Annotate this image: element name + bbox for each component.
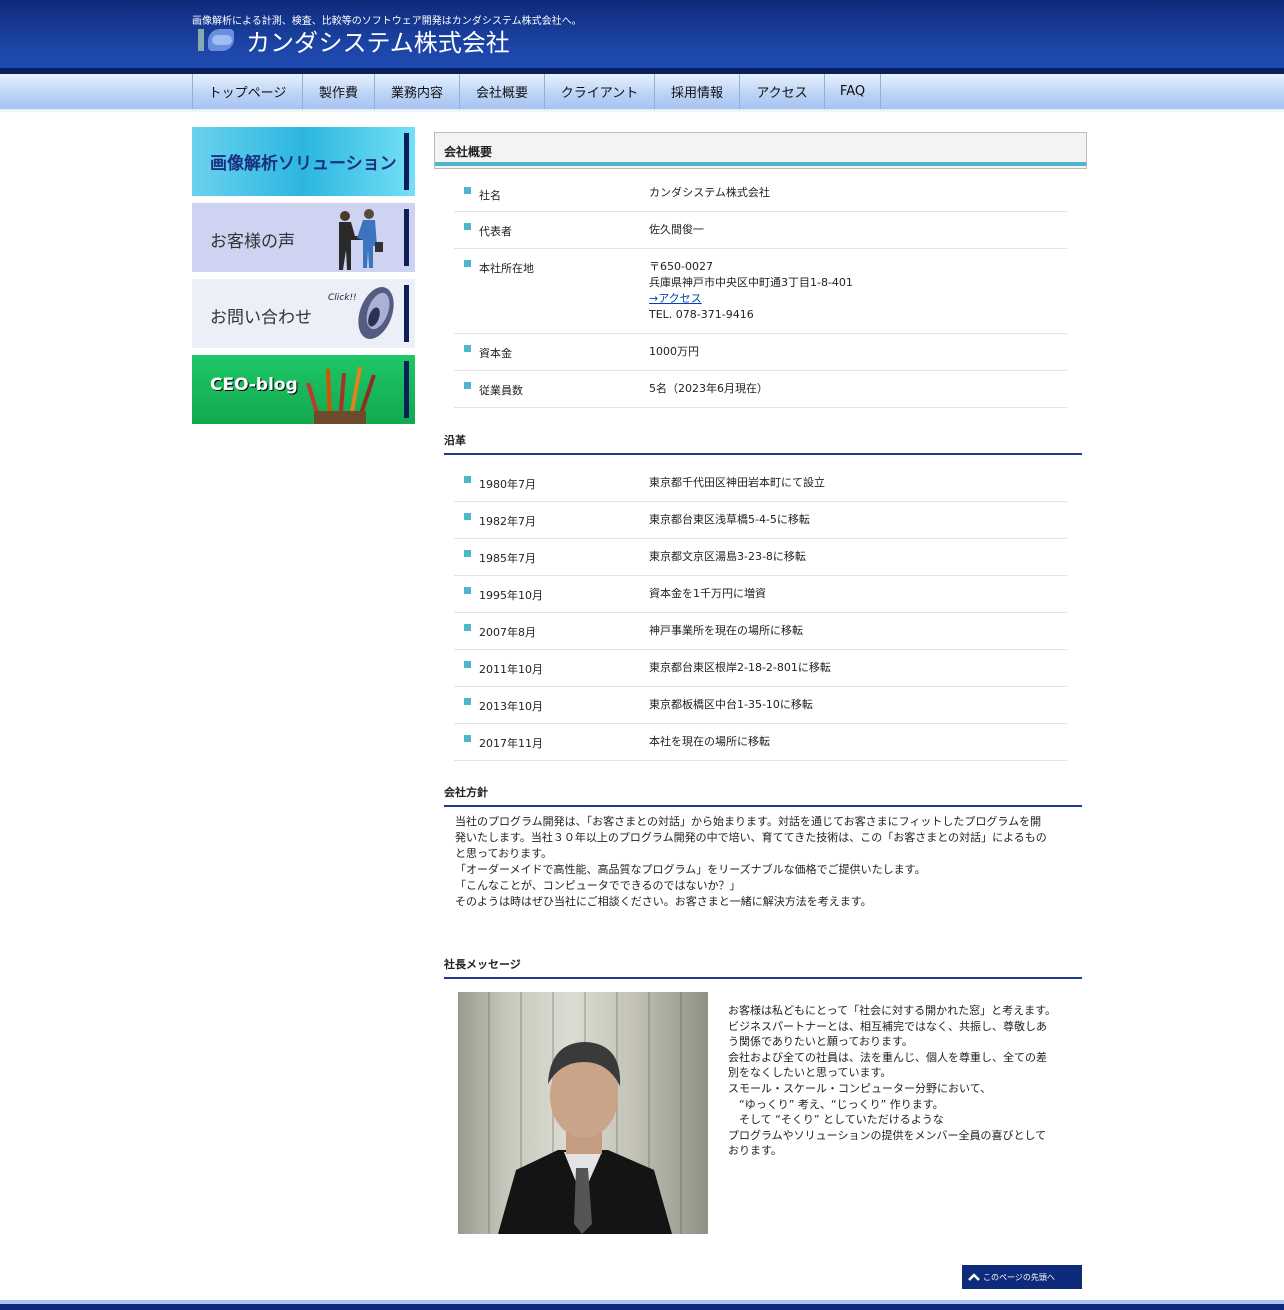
telephone: TEL. 078-371-9416 bbox=[649, 308, 754, 321]
table-row: 社名 カンダシステム株式会社 bbox=[454, 176, 1067, 212]
nav-item-recruit[interactable]: 採用情報 bbox=[655, 74, 740, 109]
row-key: 2011年10月 bbox=[479, 663, 543, 676]
table-row: 2017年11月 本社を現在の場所に移転 bbox=[454, 724, 1067, 761]
section-title-message: 社長メッセージ bbox=[444, 956, 1082, 979]
message-line: おります。 bbox=[728, 1144, 782, 1158]
row-value: 東京都文京区湯島3-23-8に移転 bbox=[649, 550, 806, 563]
row-value: 東京都板橋区中台1-35-10に移転 bbox=[649, 698, 813, 711]
ceo-message: お客様は私どもにとって「社会に対する開かれた窓」と考えます。 ビジネスパートナー… bbox=[728, 1003, 1063, 1159]
row-key: 1980年7月 bbox=[479, 478, 536, 491]
ceo-photo bbox=[458, 992, 708, 1234]
table-row: 1985年7月 東京都文京区湯島3-23-8に移転 bbox=[454, 539, 1067, 576]
policy-line: 「こんなことが、コンピュータでできるのではないか？」 bbox=[455, 879, 741, 892]
banner-contact[interactable]: お問い合わせ Click!! bbox=[192, 279, 415, 348]
table-row: 代表者 佐久間俊一 bbox=[454, 212, 1067, 249]
profile-table: 社名 カンダシステム株式会社 代表者 佐久間俊一 本社所在地 〒650-0027… bbox=[454, 176, 1067, 408]
message-line: う関係でありたいと願っております。 bbox=[728, 1035, 913, 1049]
message-line: お客様は私どもにとって「社会に対する開かれた窓」と考えます。 bbox=[728, 1004, 1057, 1017]
row-value: 東京都千代田区神田岩本町にて設立 bbox=[649, 476, 825, 489]
banner-label: CEO-blog bbox=[210, 375, 298, 395]
row-value: 本社を現在の場所に移転 bbox=[649, 735, 770, 748]
message-line: ビジネスパートナーとは、相互補完ではなく、共振し、尊敬しあ bbox=[728, 1019, 1047, 1033]
row-key: 本社所在地 bbox=[479, 262, 534, 275]
table-row: 1980年7月 東京都千代田区神田岩本町にて設立 bbox=[454, 465, 1067, 502]
message-line: そして “そくり” としていただけるような bbox=[728, 1113, 944, 1127]
policy-line: 発いたします。当社３０年以上のプログラム開発の中で培い、育ててきた技術は、この「… bbox=[455, 831, 1047, 844]
company-name: カンダシステム株式会社 bbox=[246, 28, 510, 57]
chevron-up-icon bbox=[968, 1273, 980, 1281]
section-title-history: 沿革 bbox=[444, 432, 1082, 455]
row-value: 東京都台東区浅草橋5-4-5に移転 bbox=[649, 513, 810, 526]
message-line: “ゆっくり” 考え、“じっくり” 作ります。 bbox=[728, 1097, 944, 1111]
table-row: 2007年8月 神戸事業所を現在の場所に移転 bbox=[454, 613, 1067, 650]
back-to-top-button[interactable]: このページの先頭へ bbox=[962, 1265, 1082, 1289]
site-header: 画像解析による計測、検査、比較等のソフトウェア開発はカンダシステム株式会社へ。 … bbox=[0, 0, 1284, 74]
banner-image-analysis[interactable]: 画像解析ソリューション bbox=[192, 127, 415, 196]
back-to-top-label: このページの先頭へ bbox=[983, 1272, 1055, 1282]
row-key: 1995年10月 bbox=[479, 589, 543, 602]
row-value: カンダシステム株式会社 bbox=[649, 186, 770, 199]
row-value: 5名（2023年6月現在） bbox=[649, 382, 768, 395]
pencils-icon bbox=[306, 366, 376, 424]
section-title-company: 会社概要 bbox=[434, 132, 1087, 169]
message-line: 別をなくしたいと思っています。 bbox=[728, 1066, 892, 1080]
history-table: 1980年7月 東京都千代田区神田岩本町にて設立 1982年7月 東京都台東区浅草橋… bbox=[454, 465, 1067, 761]
row-key: 代表者 bbox=[479, 225, 512, 238]
nav-item-clients[interactable]: クライアント bbox=[545, 74, 655, 109]
company-logo[interactable]: カンダシステム株式会社 bbox=[196, 26, 510, 57]
policy-line: そのようは時はぜひ当社にご相談ください。お客さまと一緒に解決方法を考えます。 bbox=[455, 895, 872, 908]
policy-text: 当社のプログラム開発は、「お客さまとの対話」から始まります。対話を通じてお客さま… bbox=[455, 814, 1065, 910]
logo-mark-icon bbox=[196, 27, 238, 53]
postal-code: 〒650-0027 bbox=[649, 260, 713, 273]
row-value: 資本金を1千万円に増資 bbox=[649, 587, 766, 600]
main-nav: トップページ 製作費 業務内容 会社概要 クライアント 採用情報 アクセス FA… bbox=[0, 74, 1284, 109]
row-key: 1985年7月 bbox=[479, 552, 536, 565]
site-footer bbox=[0, 1300, 1284, 1310]
row-value: 1000万円 bbox=[649, 345, 699, 358]
table-row: 1995年10月 資本金を1千万円に増資 bbox=[454, 576, 1067, 613]
nav-item-access[interactable]: アクセス bbox=[740, 74, 825, 109]
access-link[interactable]: →アクセス bbox=[649, 292, 702, 305]
nav-item-faq[interactable]: FAQ bbox=[825, 74, 881, 109]
row-key: 2017年11月 bbox=[479, 737, 543, 750]
message-line: プログラムやソリューションの提供をメンバー全員の喜びとして bbox=[728, 1128, 1047, 1142]
row-key: 2007年8月 bbox=[479, 626, 536, 639]
message-line: 会社および全ての社員は、法を重んじ、個人を尊重し、全ての差 bbox=[728, 1050, 1047, 1064]
policy-line: 当社のプログラム開発は、「お客さまとの対話」から始まります。対話を通じてお客さま… bbox=[455, 815, 1042, 828]
banner-label: お問い合わせ bbox=[210, 308, 312, 328]
main-content: 会社概要 社名 カンダシステム株式会社 代表者 佐久間俊一 本社所在地 〒650… bbox=[434, 132, 1087, 1234]
row-key: 2013年10月 bbox=[479, 700, 543, 713]
table-row: 2013年10月 東京都板橋区中台1-35-10に移転 bbox=[454, 687, 1067, 724]
banner-ceo-blog[interactable]: CEO-blog bbox=[192, 355, 415, 424]
banner-customer-voice[interactable]: お客様の声 bbox=[192, 203, 415, 272]
table-row: 本社所在地 〒650-0027 兵庫県神戸市中央区中町通3丁目1-8-401 →… bbox=[454, 249, 1067, 334]
nav-item-company[interactable]: 会社概要 bbox=[460, 74, 545, 109]
mouse-icon bbox=[358, 287, 394, 339]
section-title-policy: 会社方針 bbox=[444, 784, 1082, 807]
table-row: 2011年10月 東京都台東区根岸2-18-2-801に移転 bbox=[454, 650, 1067, 687]
table-row: 1982年7月 東京都台東区浅草橋5-4-5に移転 bbox=[454, 502, 1067, 539]
policy-line: 「オーダーメイドで高性能、高品質なプログラム」をリーズナブルな価格でご提供いたし… bbox=[455, 863, 926, 876]
row-key: 従業員数 bbox=[479, 384, 523, 397]
nav-item-top[interactable]: トップページ bbox=[193, 74, 303, 109]
address: 兵庫県神戸市中央区中町通3丁目1-8-401 bbox=[649, 276, 853, 289]
row-key: 1982年7月 bbox=[479, 515, 536, 528]
policy-line: と思っております。 bbox=[455, 847, 553, 860]
table-row: 従業員数 5名（2023年6月現在） bbox=[454, 371, 1067, 408]
table-row: 資本金 1000万円 bbox=[454, 334, 1067, 371]
nav-item-services[interactable]: 業務内容 bbox=[375, 74, 460, 109]
row-key: 社名 bbox=[479, 189, 501, 202]
message-line: スモール・スケール・コンピューター分野において、 bbox=[728, 1081, 992, 1095]
banner-label: お客様の声 bbox=[210, 232, 295, 252]
row-value: 佐久間俊一 bbox=[649, 223, 704, 236]
row-key: 資本金 bbox=[479, 347, 512, 360]
handshake-icon bbox=[339, 209, 383, 270]
nav-item-cost[interactable]: 製作費 bbox=[303, 74, 375, 109]
banner-label: 画像解析ソリューション bbox=[210, 154, 397, 174]
row-value: 神戸事業所を現在の場所に移転 bbox=[649, 624, 803, 637]
row-value: 東京都台東区根岸2-18-2-801に移転 bbox=[649, 661, 831, 674]
